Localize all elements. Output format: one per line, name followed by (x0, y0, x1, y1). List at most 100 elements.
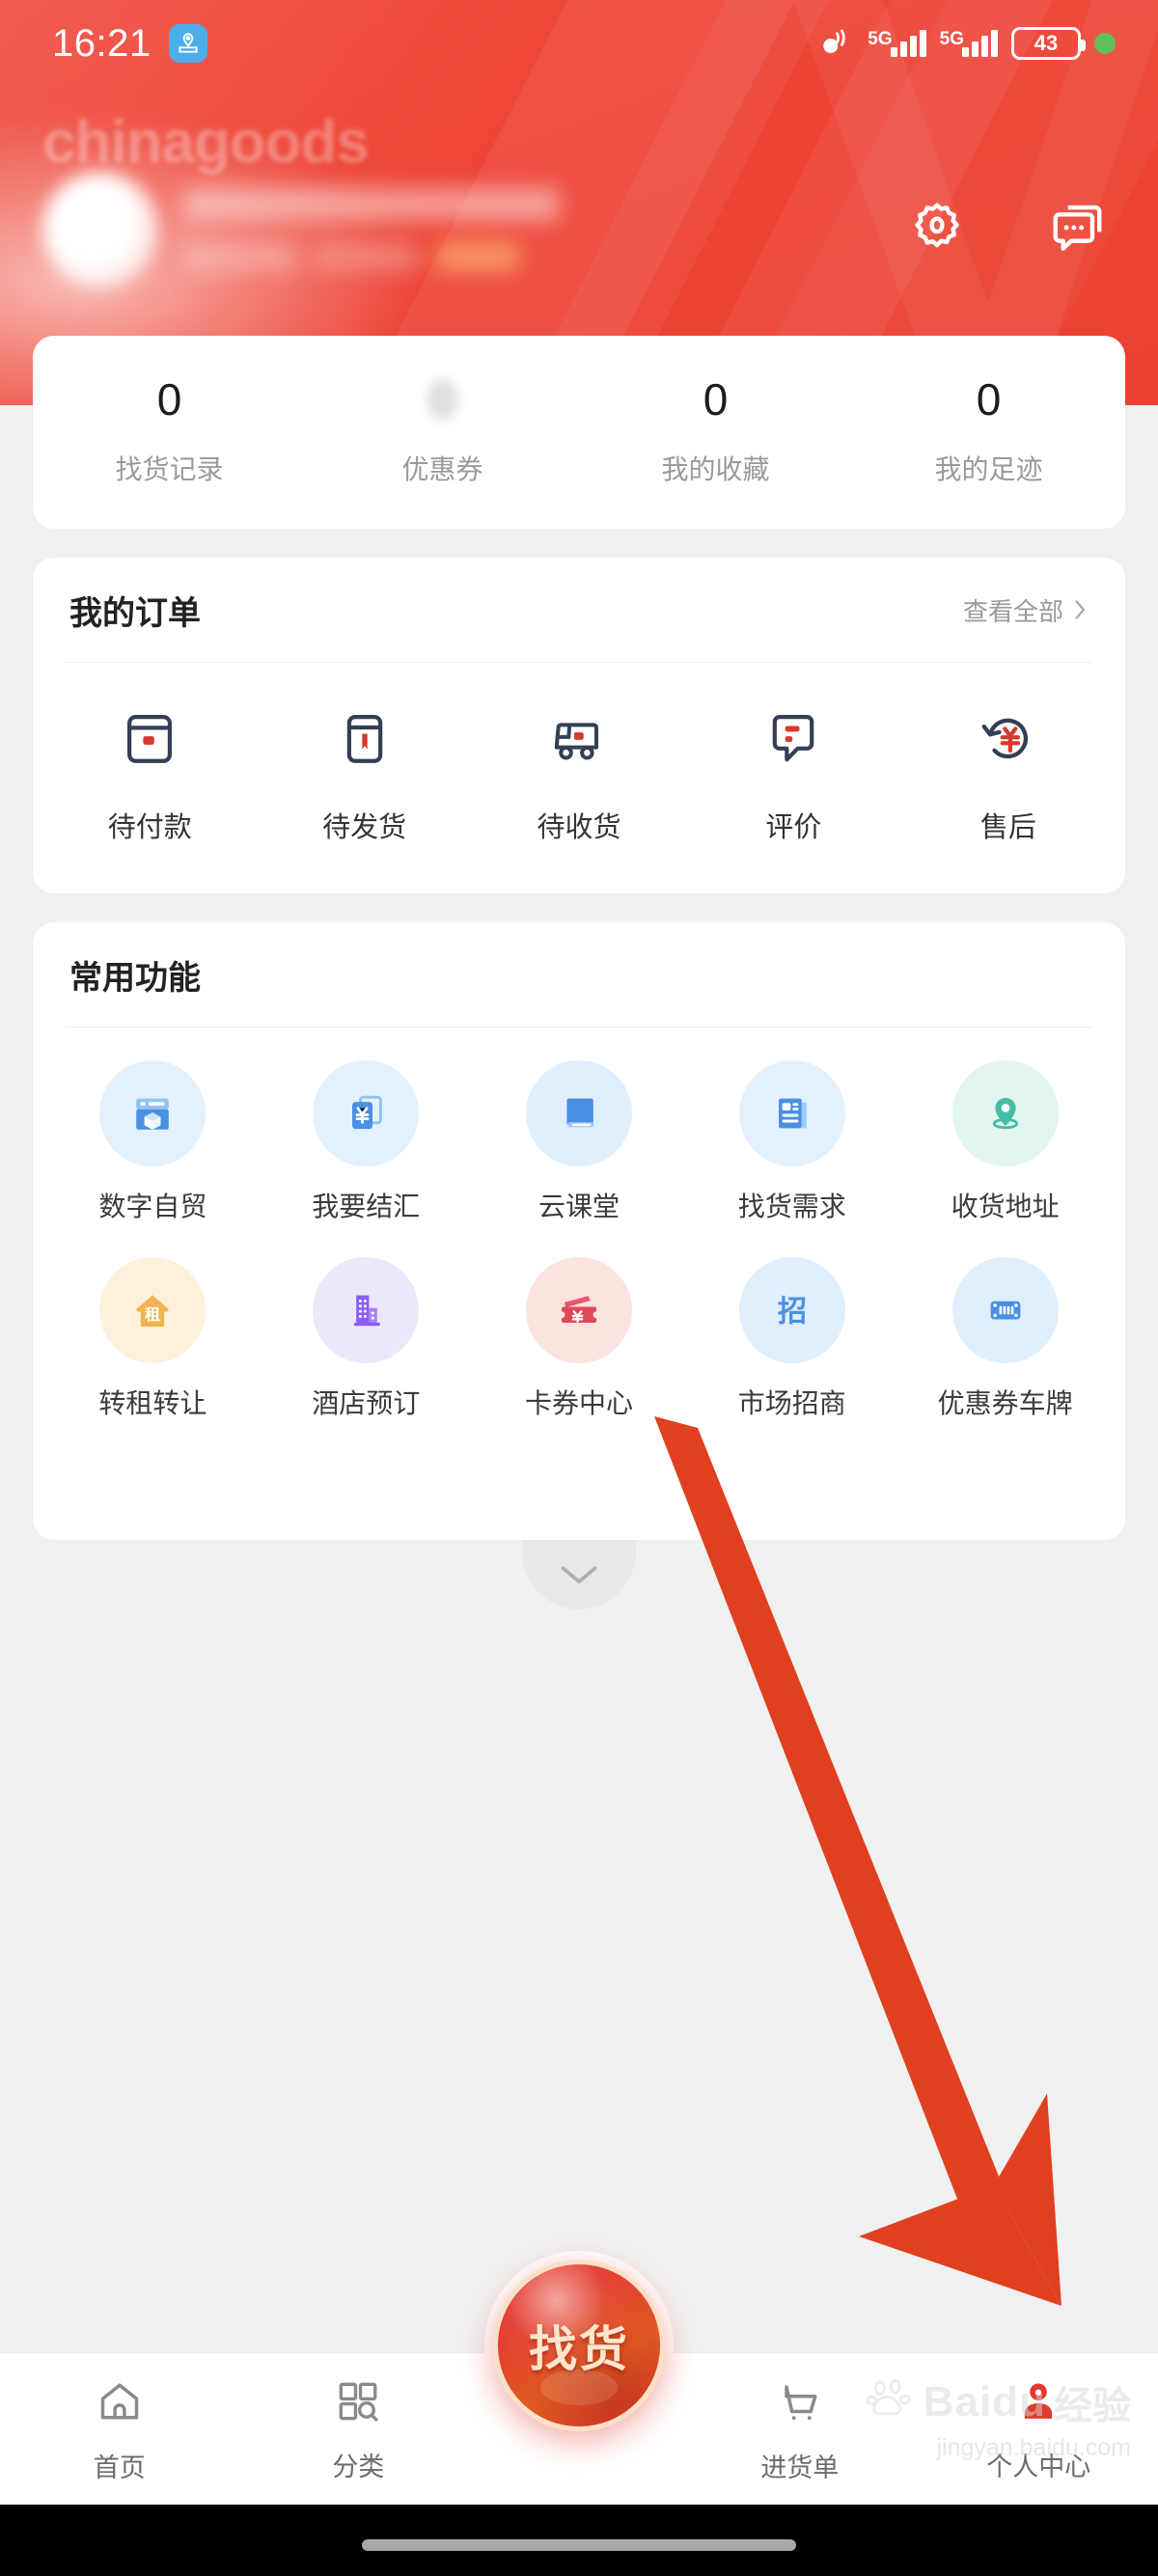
function-item-coupon-license-plate[interactable]: 优惠券车牌 (898, 1257, 1112, 1421)
network-label-2: 5G (939, 29, 964, 49)
call-signal-icon (817, 24, 854, 64)
function-item-cloud-class[interactable]: 云课堂 (473, 1060, 686, 1224)
stat-value: 0 (429, 374, 455, 425)
order-status-aftersales[interactable]: 售后 (901, 701, 1116, 845)
stat-item-coupons[interactable]: 0 优惠券 (306, 336, 579, 529)
expand-functions-button[interactable] (522, 1540, 636, 1609)
order-status-label: 售后 (979, 812, 1036, 843)
watermark-brand: Baidu (923, 2377, 1046, 2425)
stat-item-find-records[interactable]: 0 找货记录 (33, 336, 306, 529)
signal-5g-secondary: 5G (940, 30, 998, 57)
function-label: 转租转让 (98, 1388, 207, 1418)
signal-5g-primary: 5G (868, 29, 926, 57)
refund-yen-icon (971, 701, 1046, 780)
function-label: 我要结汇 (312, 1192, 421, 1221)
order-status-shipped[interactable]: 待收货 (472, 701, 686, 845)
function-item-sublease[interactable]: 租 转租转让 (46, 1257, 260, 1421)
battery-level: 43 (1034, 31, 1059, 55)
function-item-shipping-address[interactable]: 收货地址 (898, 1060, 1112, 1224)
find-goods-fab[interactable]: 找货 (493, 2260, 665, 2431)
watermark-suffix: 经验 (1054, 2384, 1131, 2427)
status-bar: 16:21 5G 5G 43 (0, 0, 1158, 87)
functions-title: 常用功能 (69, 959, 201, 997)
view-all-orders-button[interactable]: 查看全部 (963, 592, 1089, 628)
order-status-review[interactable]: 评价 (686, 701, 900, 845)
functions-header: 常用功能 (33, 922, 1125, 1027)
wallet-icon (113, 701, 186, 780)
location-pin-icon (951, 1060, 1059, 1166)
battery-icon: 43 (1011, 27, 1086, 60)
tab-label: 首页 (93, 2453, 146, 2482)
brand-wordmark: chinagoods (42, 109, 370, 176)
status-bar-right: 5G 5G 43 (817, 24, 1116, 64)
stat-label: 优惠券 (401, 454, 483, 484)
chevron-right-icon (1075, 600, 1086, 619)
system-navigation-area (0, 2505, 1158, 2576)
order-status-label: 待发货 (322, 812, 407, 843)
orders-title: 我的订单 (69, 594, 201, 632)
chevron-down-icon (561, 1566, 597, 1584)
order-status-unpaid[interactable]: 待付款 (42, 701, 257, 845)
header-actions (901, 193, 1114, 264)
license-plate-icon (951, 1257, 1059, 1363)
function-item-sourcing-demand[interactable]: 找货需求 (685, 1060, 898, 1224)
delivery-truck-icon (540, 701, 618, 780)
stat-label: 我的足迹 (934, 454, 1043, 484)
phone-screen: 16:21 5G 5G 43 chinagoods 0 找货记录 0 优惠券 0… (0, 0, 1158, 2576)
book-icon (525, 1060, 632, 1166)
function-item-hotel-booking[interactable]: 酒店预订 (260, 1257, 473, 1421)
order-status-row: 待付款 待发货 待收货 评价 售后 (33, 663, 1125, 845)
stat-value: 0 (976, 374, 1002, 425)
settings-button[interactable] (901, 193, 973, 264)
status-time: 16:21 (52, 21, 152, 65)
function-label: 优惠券车牌 (937, 1388, 1073, 1418)
hotel-building-icon (313, 1257, 420, 1363)
stats-card: 0 找货记录 0 优惠券 0 我的收藏 0 我的足迹 (33, 336, 1125, 529)
function-item-coupon-center[interactable]: 卡券中心 (473, 1257, 686, 1421)
functions-grid: 数字自贸 我要结汇 云课堂 找货需求 收货地址 租 转租转让 酒店预订 卡券中心… (33, 1028, 1125, 1454)
svg-text:招: 招 (778, 1296, 807, 1329)
function-item-settlement[interactable]: 我要结汇 (260, 1060, 473, 1224)
functions-card: 常用功能 数字自贸 我要结汇 云课堂 找货需求 收货地址 租 转租转让 酒店预订… (33, 922, 1125, 1540)
settlement-yen-doc-icon (313, 1060, 420, 1166)
location-stamp-icon (168, 24, 207, 63)
network-label-1: 5G (868, 29, 893, 49)
avatar[interactable] (42, 172, 158, 288)
tab-label: 进货单 (760, 2453, 840, 2482)
house-rent-icon: 租 (99, 1257, 207, 1363)
category-search-icon (332, 2375, 384, 2432)
order-status-label: 待付款 (107, 812, 192, 843)
profile-block[interactable] (42, 172, 560, 288)
function-item-market-investment[interactable]: 招 市场招商 (685, 1257, 898, 1421)
watermark-url: jingyan.baidu.com (936, 2434, 1131, 2461)
function-label: 卡券中心 (524, 1388, 633, 1418)
stat-value: 0 (703, 374, 729, 425)
stat-item-favorites[interactable]: 0 我的收藏 (579, 336, 852, 529)
coupon-ticket-icon (525, 1257, 632, 1363)
shopping-cart-icon (773, 2374, 827, 2433)
stat-value: 0 (156, 374, 182, 425)
baidu-paw-icon (864, 2373, 916, 2430)
messages-button[interactable] (1042, 193, 1114, 264)
svg-text:租: 租 (145, 1305, 160, 1324)
view-all-label: 查看全部 (962, 596, 1063, 626)
tab-home[interactable]: 首页 (0, 2374, 239, 2484)
green-status-dot (1094, 33, 1116, 54)
investment-zhao-icon: 招 (738, 1257, 845, 1363)
order-status-unshipped[interactable]: 待发货 (257, 701, 471, 845)
function-item-digital-trade[interactable]: 数字自贸 (46, 1060, 260, 1224)
order-status-label: 评价 (765, 812, 822, 843)
tab-label: 分类 (332, 2452, 385, 2481)
package-box-icon (328, 701, 401, 780)
stat-item-footprints[interactable]: 0 我的足迹 (852, 336, 1125, 529)
status-bar-left: 16:21 (52, 22, 207, 66)
home-indicator[interactable] (362, 2539, 796, 2551)
orders-card: 我的订单 查看全部 待付款 待发货 待收货 评价 售后 (33, 558, 1125, 893)
tab-category[interactable]: 分类 (239, 2375, 479, 2483)
profile-tags-blurred (183, 242, 560, 271)
order-status-label: 待收货 (537, 812, 621, 843)
function-label: 找货需求 (737, 1192, 846, 1221)
function-label: 数字自贸 (98, 1192, 207, 1221)
watermark-brand-row: Baidu 经验 (864, 2373, 1131, 2430)
stat-label: 找货记录 (115, 454, 224, 484)
